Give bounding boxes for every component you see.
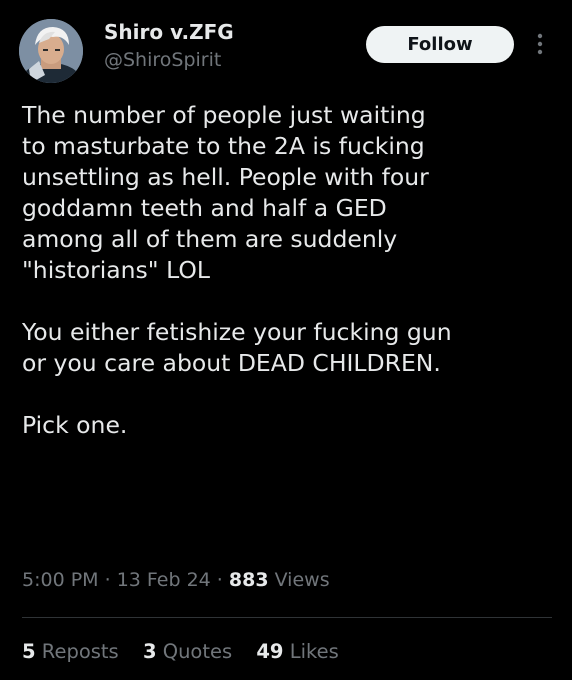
tweet-paragraph: Pick one. — [22, 411, 128, 439]
likes-label: Likes — [283, 640, 339, 663]
quotes-count: 3 — [142, 640, 157, 663]
avatar[interactable] — [19, 19, 83, 83]
user-handle[interactable]: @ShiroSpirit — [104, 48, 234, 72]
follow-button[interactable]: Follow — [366, 26, 514, 63]
avatar-image — [19, 19, 83, 83]
reposts-label: Reposts — [35, 640, 119, 663]
tweet-paragraph: You either fetishize your fucking gun or… — [22, 318, 452, 377]
more-vertical-icon[interactable] — [532, 30, 548, 60]
tweet-time[interactable]: 5:00 PM — [22, 569, 99, 591]
meta-separator: · — [98, 569, 117, 591]
likes-stat[interactable]: 49 Likes — [256, 638, 338, 666]
tweet-date[interactable]: 13 Feb 24 — [117, 569, 211, 591]
reposts-stat[interactable]: 5 Reposts — [22, 638, 119, 666]
engagement-stats: 5 Reposts 3 Quotes 49 Likes — [22, 638, 357, 666]
tweet-header: Shiro v.ZFG @ShiroSpirit Follow — [0, 0, 572, 90]
tweet-text: The number of people just waiting to mas… — [22, 100, 562, 472]
author-names: Shiro v.ZFG @ShiroSpirit — [104, 20, 234, 72]
tweet-meta: 5:00 PM · 13 Feb 24 · 883 Views — [22, 566, 330, 594]
views-label: Views — [268, 569, 330, 591]
tweet-paragraph: The number of people just waiting to mas… — [22, 101, 429, 284]
quotes-stat[interactable]: 3 Quotes — [143, 638, 232, 666]
likes-count: 49 — [256, 640, 284, 663]
quotes-label: Quotes — [156, 640, 233, 663]
views-count: 883 — [228, 569, 269, 591]
display-name[interactable]: Shiro v.ZFG — [104, 20, 234, 44]
meta-separator: · — [210, 569, 229, 591]
reposts-count: 5 — [22, 640, 36, 663]
divider — [22, 617, 552, 618]
